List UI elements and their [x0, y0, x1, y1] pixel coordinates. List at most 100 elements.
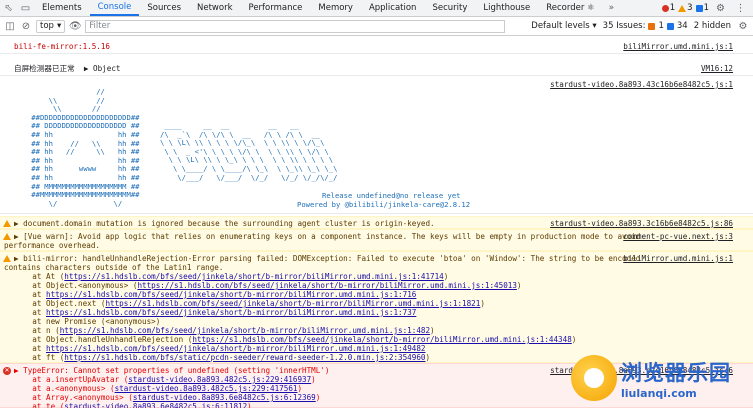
chevron-down-icon: ▾ [592, 21, 597, 31]
stack-frame: at Array.<anonymous> (stardust-video.8a8… [14, 393, 320, 402]
info-icon [695, 4, 703, 12]
stack-frame-link[interactable]: https://s1.hdslb.com/bfs/seed/jinkela/sh… [192, 335, 571, 344]
inspect-element-icon[interactable]: ⬁ [0, 0, 17, 16]
sidebar-toggle-icon[interactable]: ◫ [4, 20, 16, 32]
clear-console-icon[interactable]: ⊘ [20, 20, 32, 32]
stack-frame: at Object.<anonymous> (https://s1.hdslb.… [14, 281, 576, 290]
warning-count: 3 [687, 3, 693, 13]
stack-frame-link[interactable]: stardust-video.8a893.6e8482c5.js:6:12369 [133, 393, 316, 402]
ascii-banner-row: stardust-video.8a893.43c16b6e8482c5.js:1… [0, 78, 753, 214]
tab-lighthouse[interactable]: Lighthouse [475, 0, 538, 16]
error-message[interactable]: ▶ TypeError: Cannot set properties of un… [14, 366, 329, 375]
console-toolbar: ◫ ⊘ top▾ 👁 Default levels ▾ 35 Issues: 1… [0, 17, 753, 36]
stack-frame-suffix: ) [571, 335, 577, 344]
watermark-en: liulanqi.com [621, 386, 697, 400]
warning-message[interactable]: ▶ bili-mirror: handleUnhandleRejection-E… [14, 254, 640, 263]
stack-frame: at a.<anonymous> (stardust-video.8a893.4… [14, 384, 320, 393]
issue-error-icon [648, 22, 656, 30]
stack-frame: at https://s1.hdslb.com/bfs/seed/jinkela… [14, 290, 576, 299]
log-source-link[interactable]: VM16:12 [701, 64, 733, 73]
stack-frame-link[interactable]: https://s1.hdslb.com/bfs/seed/jinkela/sh… [105, 299, 480, 308]
error-icon [661, 4, 669, 12]
warning-message-continued: contains characters outside of the Latin… [4, 263, 224, 272]
log-levels-select[interactable]: Default levels ▾ [531, 21, 596, 31]
stack-frame-suffix: ) [311, 375, 316, 384]
tab-application[interactable]: Application [361, 0, 425, 16]
warning-message[interactable]: ▶ document.domain mutation is ignored be… [14, 219, 435, 228]
kebab-menu-icon[interactable]: ⋮ [732, 3, 749, 14]
warning-icon [3, 233, 11, 240]
issue-info-icon [666, 22, 674, 30]
warning-message[interactable]: ▶ [Vue warn]: Avoid app logic that relie… [14, 232, 640, 241]
error-count-badge[interactable]: 1 [661, 3, 675, 13]
stack-frame-prefix: at new Promise (<anonymous>) [14, 317, 161, 326]
hidden-count: 2 hidden [693, 21, 731, 31]
ascii-art-bilibili: ____ __ __ __ __ /\ _`\ /\ \/\ \ __ /\ \… [160, 121, 338, 182]
console-warning-row: ▶ document.domain mutation is ignored be… [0, 216, 753, 229]
stack-frame-link[interactable]: stardust-video.8a893.6e8482c5.js:6:11812 [64, 402, 247, 408]
stack-frame: at Object.handleUnhandleRejection (https… [14, 335, 576, 344]
log-source-link[interactable]: biliMirror.umd.mini.js:1 [623, 42, 733, 51]
log-source-link[interactable]: stardust-video.8a893.43c16b6e8482c5.js:1 [550, 80, 733, 89]
stack-frame-link[interactable]: stardust-video.8a893.482c5.js:229:416937 [128, 375, 311, 384]
warning-icon [3, 255, 11, 262]
tab-performance[interactable]: Performance [241, 0, 311, 16]
stack-frame-prefix: at At ( [14, 272, 65, 281]
watermark-cn: 浏览器乐园 [621, 360, 731, 385]
stack-frame-link[interactable]: https://s1.hdslb.com/bfs/seed/jinkela/sh… [60, 326, 430, 335]
issues-button[interactable]: 35 Issues: 1 34 [603, 21, 688, 31]
filter-input[interactable] [85, 19, 506, 33]
stack-frame-suffix: ) [516, 281, 522, 290]
issues-label: 35 Issues: [602, 21, 646, 31]
powered-by-text: Powered by @bilibili/jinkela-care@2.8.12 [297, 200, 471, 209]
stack-frame: at a.insertUpAvatar (stardust-video.8a89… [14, 375, 320, 384]
tab-elements[interactable]: Elements [34, 0, 90, 16]
stack-frame-prefix: at Object.next ( [14, 299, 106, 308]
stack-frame: at At (https://s1.hdslb.com/bfs/seed/jin… [14, 272, 576, 281]
stack-frame-prefix: at a.insertUpAvatar ( [14, 375, 129, 384]
log-levels-label: Default levels [531, 21, 590, 31]
console-settings-gear-icon[interactable]: ⚙ [737, 20, 749, 32]
stack-frame-prefix: at ft ( [14, 353, 65, 362]
stack-frame-link[interactable]: stardust-video.8a893.482c5.js:229:417561 [115, 384, 298, 393]
more-tabs-icon[interactable]: » [603, 0, 621, 16]
log-source-link[interactable]: comment-pc-vue.next.js:3 [623, 232, 733, 241]
stack-frame-prefix: at n ( [14, 326, 60, 335]
device-toolbar-icon[interactable]: ▭ [17, 0, 34, 16]
stack-trace: at At (https://s1.hdslb.com/bfs/seed/jin… [14, 272, 576, 362]
warning-icon [678, 4, 687, 12]
stack-frame-suffix: ) [247, 402, 252, 408]
error-icon: ✕ [3, 367, 11, 375]
warning-count-badge[interactable]: 3 [678, 3, 693, 13]
eye-icon[interactable]: 👁 [69, 20, 82, 32]
stack-frame-prefix: at Object.<anonymous> ( [14, 281, 138, 290]
tab-console[interactable]: Console [89, 0, 140, 16]
stack-frame-link[interactable]: https://s1.hdslb.com/bfs/seed/jinkela/sh… [137, 281, 516, 290]
stack-frame-prefix: at Array.<anonymous> ( [14, 393, 133, 402]
tab-network[interactable]: Network [189, 0, 241, 16]
tab-security[interactable]: Security [424, 0, 475, 16]
stack-frame-suffix: ) [315, 393, 321, 402]
stack-frame-prefix: at a.<anonymous> ( [14, 384, 115, 393]
chevron-down-icon: ▾ [56, 21, 62, 31]
stack-frame-link[interactable]: https://s1.hdslb.com/bfs/seed/jinkela/sh… [46, 344, 425, 353]
stack-frame-link[interactable]: https://s1.hdslb.com/bfs/static/pcdn-see… [64, 353, 425, 362]
log-message: bili-fe-mirror:1.5.16 [14, 42, 111, 51]
stack-frame-link[interactable]: https://s1.hdslb.com/bfs/seed/jinkela/sh… [46, 290, 416, 299]
log-source-link[interactable]: stardust-video.8a893.3c16b6e8482c5.js:86 [550, 219, 733, 228]
stack-frame-suffix: ) [430, 326, 435, 335]
stack-frame-link[interactable]: https://s1.hdslb.com/bfs/seed/jinkela/sh… [64, 272, 443, 281]
warning-icon [3, 220, 11, 227]
log-source-link[interactable]: biliMirror.umd.mini.js:1 [623, 254, 733, 263]
tab-sources[interactable]: Sources [139, 0, 189, 16]
stack-frame-link[interactable]: https://s1.hdslb.com/bfs/seed/jinkela/sh… [46, 308, 416, 317]
gear-icon[interactable]: ⚙ [712, 3, 729, 14]
info-count-badge[interactable]: 1 [695, 3, 709, 13]
context-select[interactable]: top ▾ [36, 19, 66, 33]
log-message[interactable]: 自屏检测器已正常 ▶ Object [14, 64, 120, 73]
stack-frame-suffix: ) [480, 299, 485, 308]
tab-recorder[interactable]: Recorder ⚛ [538, 0, 602, 16]
devtools-tabbar: ⬁ ▭ Elements Console Sources Network Per… [0, 0, 753, 17]
tab-memory[interactable]: Memory [310, 0, 361, 16]
stack-trace: at a.insertUpAvatar (stardust-video.8a89… [14, 375, 320, 408]
